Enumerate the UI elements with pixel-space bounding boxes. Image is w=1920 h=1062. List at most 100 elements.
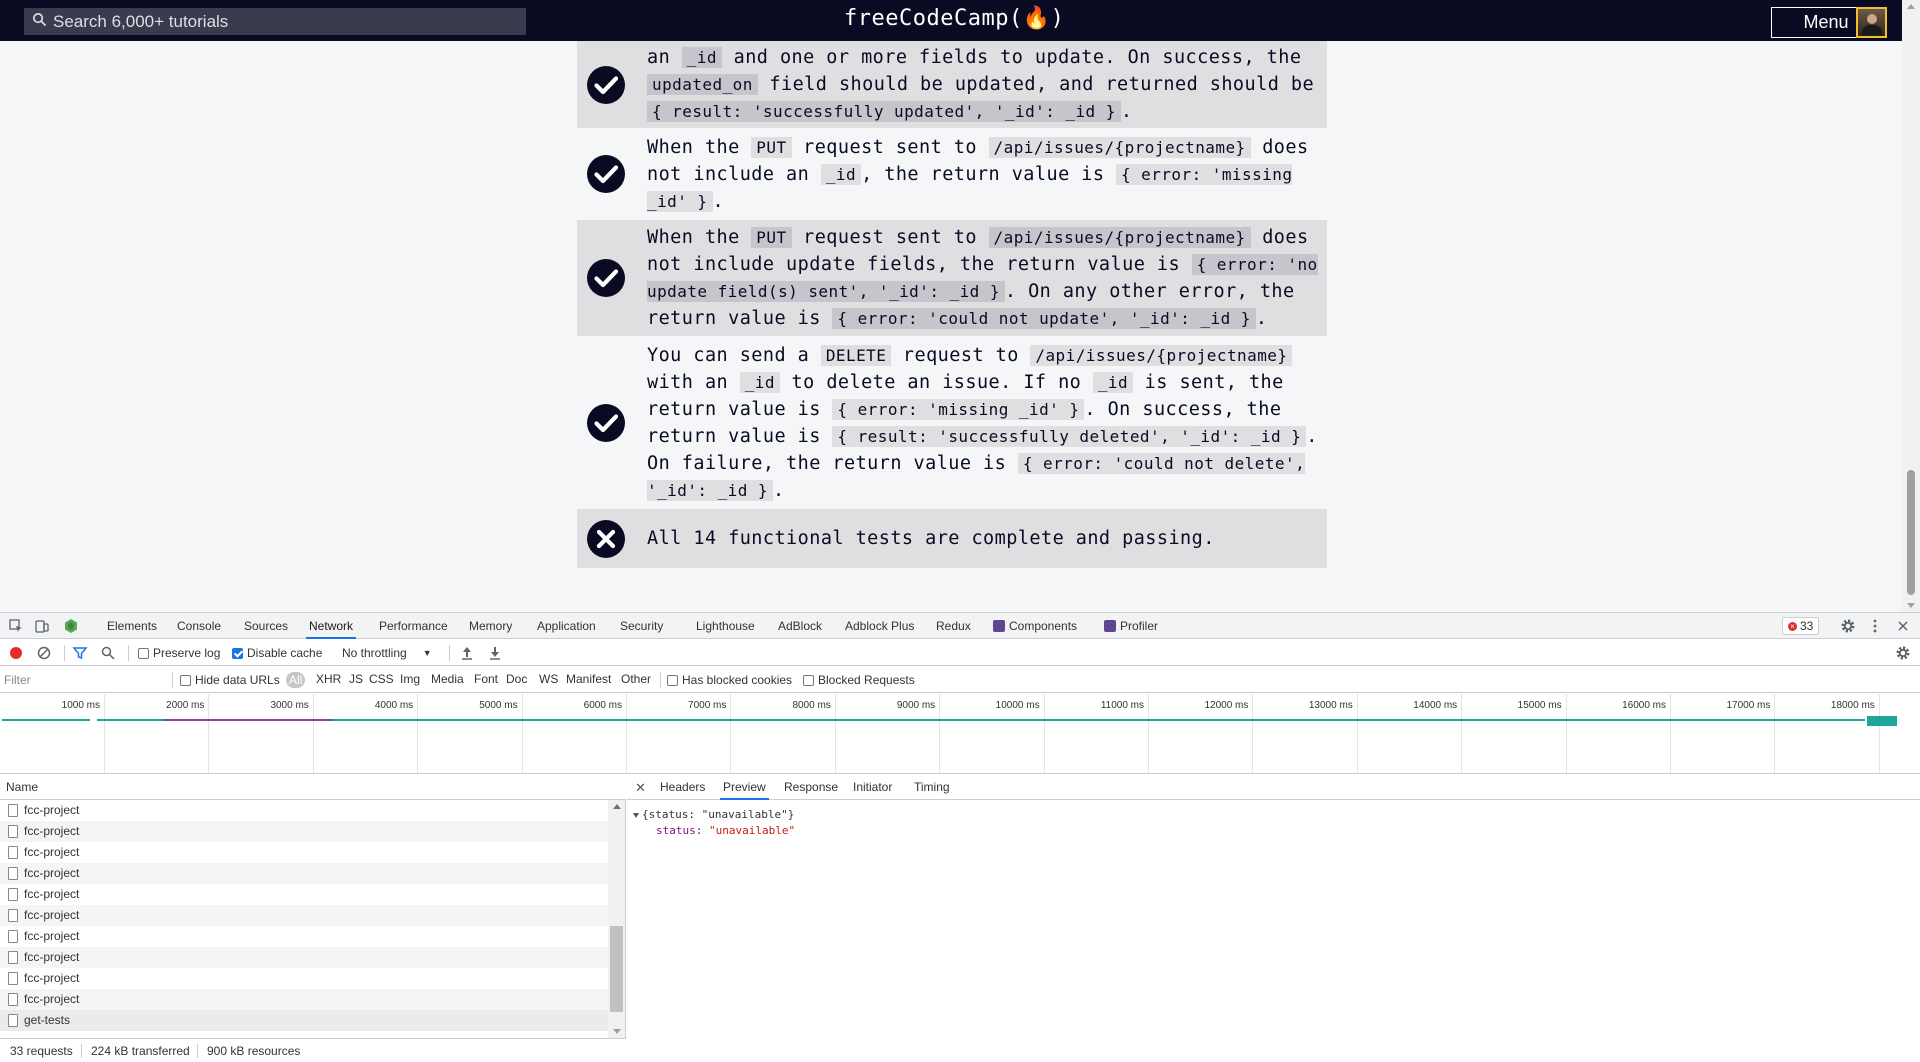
devtools-tab-application[interactable]: Application [537, 613, 596, 639]
record-icon[interactable] [8, 645, 24, 661]
export-har-icon[interactable] [487, 645, 503, 661]
story-text-segment: . [773, 479, 785, 501]
type-filter-css[interactable]: CSS [369, 672, 394, 686]
checkbox-unchecked[interactable] [667, 674, 678, 686]
network-timeline-overview[interactable]: 1000 ms 2000 ms 3000 ms 4000 ms 5000 ms 6000 … [0, 694, 1920, 774]
request-row[interactable]: fcc-project [0, 884, 608, 905]
devtools-tab-label: AdBlock [778, 619, 823, 633]
devtools-panel: Elements Console Sources Network Performance… [0, 612, 1920, 1062]
detail-tab-headers[interactable]: Headers [660, 775, 705, 800]
devtools-tab-redux[interactable]: Redux [936, 613, 971, 639]
detail-tab-preview[interactable]: Preview [720, 775, 769, 800]
scrollbar-thumb[interactable] [1907, 470, 1915, 595]
detail-tab-timing[interactable]: Timing [914, 775, 950, 800]
blocked-requests-checkbox[interactable]: Blocked Requests [803, 673, 915, 687]
type-filter-other[interactable]: Other [621, 672, 651, 686]
network-settings-gear-icon[interactable] [1895, 645, 1911, 661]
request-detail-pane: ✕ Headers Preview Response Initiator Timing … [627, 775, 1920, 1062]
preserve-log-checkbox[interactable]: Preserve log [138, 646, 220, 660]
devtools-tab-network[interactable]: Network [306, 613, 357, 639]
checkbox-unchecked[interactable] [138, 647, 149, 659]
devtools-tab-lighthouse[interactable]: Lighthouse [696, 613, 755, 639]
close-devtools-icon[interactable] [1895, 618, 1911, 634]
page-scrollbar[interactable] [1902, 0, 1920, 612]
clear-icon[interactable] [36, 645, 52, 661]
user-story-item: All 14 functional tests are complete and… [577, 509, 1327, 568]
disable-cache-checkbox[interactable]: Disable cache [232, 646, 322, 660]
request-row[interactable]: fcc-project [0, 863, 608, 884]
request-row[interactable]: fcc-project [0, 821, 608, 842]
expand-triangle-icon[interactable] [633, 812, 639, 818]
network-filter-bar: Hide data URLs All XHR JS CSS Img Media Font Do… [0, 667, 1920, 693]
name-column-header[interactable]: Name [0, 775, 626, 800]
scroll-up-arrow-icon[interactable] [613, 804, 621, 809]
filter-icon[interactable] [72, 645, 88, 661]
checkbox-unchecked[interactable] [180, 674, 191, 686]
fcc-logo[interactable]: freeCodeCamp(🔥) [844, 6, 1064, 31]
detail-tab-initiator[interactable]: Initiator [853, 775, 892, 800]
type-filter-media[interactable]: Media [431, 672, 464, 686]
devtools-tab-adblock[interactable]: AdBlock [778, 613, 822, 639]
request-row[interactable]: fcc-project [0, 947, 608, 968]
devtools-tab-label: Profiler [1120, 619, 1159, 633]
checkbox-unchecked[interactable] [803, 674, 814, 686]
timeline-tick-label: 15000 ms [1517, 700, 1562, 711]
request-row[interactable]: fcc-project [0, 989, 608, 1010]
devtools-tab-console[interactable]: Console [177, 613, 221, 639]
request-row[interactable]: fcc-project [0, 968, 608, 989]
type-filter-all[interactable]: All [286, 672, 306, 688]
filter-input[interactable] [4, 671, 166, 689]
devtools-tab-components[interactable]: Components [993, 613, 1077, 639]
devtools-tab-performance[interactable]: Performance [379, 613, 448, 639]
scroll-up-arrow-icon[interactable] [1907, 4, 1915, 9]
checkbox-checked[interactable] [232, 647, 243, 659]
type-filter-js[interactable]: JS [349, 672, 363, 686]
inline-code: _id [681, 47, 723, 68]
request-list-scrollbar[interactable] [608, 800, 625, 1038]
request-row[interactable]: fcc-project [0, 800, 608, 821]
type-filter-manifest[interactable]: Manifest [566, 672, 611, 686]
hide-data-urls-checkbox[interactable]: Hide data URLs [180, 673, 280, 687]
avatar[interactable] [1856, 7, 1887, 38]
inline-code: _id [739, 371, 780, 393]
devtools-tab-label: Application [537, 619, 596, 633]
devtools-tab-security[interactable]: Security [620, 613, 663, 639]
devtools-tab-profiler[interactable]: Profiler [1104, 613, 1158, 639]
inspect-element-icon[interactable] [8, 618, 24, 634]
type-filter-img[interactable]: Img [400, 672, 420, 686]
request-row[interactable]: fcc-project [0, 926, 608, 947]
timeline-tick-label: 17000 ms [1726, 700, 1771, 711]
preview-object-summary[interactable]: {status: "unavailable"} [633, 807, 794, 823]
device-toolbar-icon[interactable] [34, 618, 50, 634]
close-detail-icon[interactable]: ✕ [635, 775, 646, 800]
extension-hexagon-icon[interactable] [63, 618, 79, 634]
search-box[interactable] [24, 8, 526, 35]
timeline-request-block [1867, 716, 1897, 726]
type-filter-font[interactable]: Font [474, 672, 498, 686]
scroll-down-arrow-icon[interactable] [1907, 603, 1915, 608]
devtools-tab-sources[interactable]: Sources [244, 613, 288, 639]
scroll-down-arrow-icon[interactable] [613, 1029, 621, 1034]
request-row[interactable]: get-tests [0, 1010, 608, 1031]
devtools-tab-elements[interactable]: Elements [107, 613, 157, 639]
timeline-gridline [730, 694, 732, 773]
search-input[interactable] [53, 11, 513, 32]
type-filter-xhr[interactable]: XHR [316, 672, 341, 686]
devtools-tab-memory[interactable]: Memory [469, 613, 512, 639]
request-row[interactable]: fcc-project [0, 905, 608, 926]
type-filter-doc[interactable]: Doc [506, 672, 527, 686]
devtools-tab-adblock-plus[interactable]: Adblock Plus [845, 613, 914, 639]
has-blocked-cookies-checkbox[interactable]: Has blocked cookies [667, 673, 792, 687]
type-filter-ws[interactable]: WS [539, 672, 558, 686]
scrollbar-thumb[interactable] [610, 926, 623, 1012]
request-row[interactable]: fcc-project [0, 842, 608, 863]
throttling-select[interactable]: No throttling ▼ [342, 646, 432, 660]
more-options-icon[interactable] [1867, 618, 1883, 634]
settings-gear-icon[interactable] [1840, 618, 1856, 634]
import-har-icon[interactable] [459, 645, 475, 661]
devtools-tab-label: Network [309, 619, 354, 633]
timeline-tick-label: 7000 ms [688, 700, 727, 711]
search-network-icon[interactable] [100, 645, 116, 661]
error-count-badge[interactable]: × 33 [1782, 617, 1820, 635]
detail-tab-response[interactable]: Response [784, 775, 838, 800]
